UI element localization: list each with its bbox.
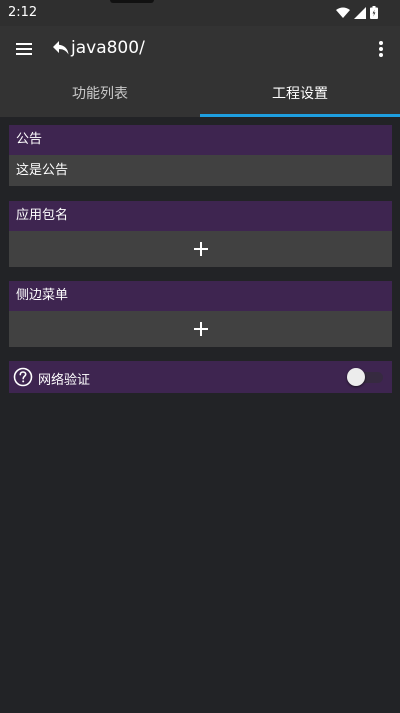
add-package-name-button[interactable]: [9, 231, 392, 267]
overflow-menu-icon: [379, 41, 383, 57]
camera-notch: [110, 0, 154, 3]
toggle-thumb: [347, 368, 365, 386]
status-time: 2:12: [8, 5, 38, 20]
help-circle-icon[interactable]: [13, 367, 33, 387]
side-menu-header: 侧边菜单: [9, 281, 392, 311]
menu-icon: [16, 43, 32, 55]
menu-button[interactable]: [14, 38, 36, 60]
wifi-icon: [336, 7, 350, 18]
status-icons: [336, 6, 378, 19]
tab-function-list[interactable]: 功能列表: [0, 72, 200, 117]
tab-indicator: [200, 114, 400, 117]
battery-icon: [370, 6, 378, 19]
notice-card: 公告 这是公告: [9, 125, 392, 186]
status-bar: 2:12: [0, 0, 400, 26]
network-verify-row: 网络验证: [9, 361, 392, 393]
overflow-menu-button[interactable]: [370, 38, 392, 60]
plus-icon: [194, 242, 208, 256]
add-side-menu-button[interactable]: [9, 311, 392, 347]
signal-icon: [354, 6, 366, 19]
network-verify-toggle[interactable]: [345, 367, 385, 387]
back-icon[interactable]: [52, 39, 70, 57]
plus-icon: [194, 322, 208, 336]
app-title: java800/: [71, 38, 145, 58]
network-verify-label: 网络验证: [38, 373, 91, 388]
side-menu-card: 侧边菜单: [9, 281, 392, 347]
tab-project-settings[interactable]: 工程设置: [200, 72, 400, 117]
notice-value[interactable]: 这是公告: [9, 155, 392, 186]
app-bar: java800/: [0, 26, 400, 72]
package-name-card: 应用包名: [9, 201, 392, 267]
notice-header: 公告: [9, 125, 392, 155]
package-name-header: 应用包名: [9, 201, 392, 231]
tab-bar: 功能列表 工程设置: [0, 72, 400, 117]
